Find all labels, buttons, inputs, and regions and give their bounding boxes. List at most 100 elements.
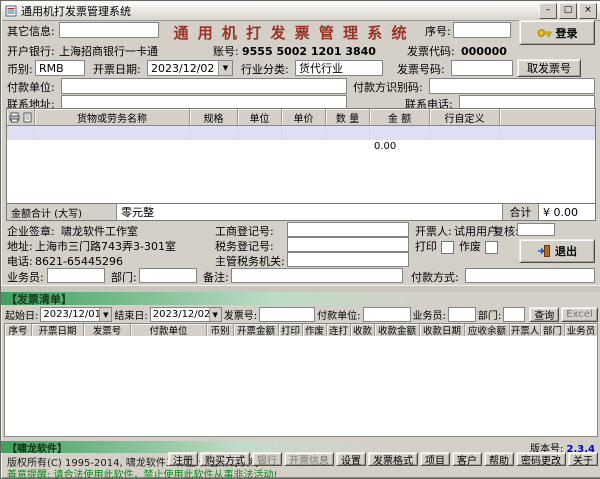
exit-button[interactable]: 退出 (519, 239, 595, 263)
totals-row: 金额合计 (大写) 零元整 合计 ¥ 0.00 (6, 204, 596, 221)
query-button[interactable]: 查询 (529, 307, 559, 322)
item-table[interactable]: 货物或劳务名称 规格 单位 单价 数 量 金 额 行自定义 (6, 108, 596, 204)
item-cell (282, 126, 326, 140)
login-button[interactable]: 登录 (519, 20, 595, 45)
minimize-icon[interactable]: – (539, 3, 557, 19)
biz-reg-input[interactable] (287, 222, 409, 237)
col-balance: 应收余额 (465, 324, 510, 336)
item-cell (326, 126, 370, 140)
app-icon (5, 5, 17, 17)
other-info-input[interactable] (59, 22, 159, 38)
item-row[interactable]: 0.00 (7, 140, 595, 154)
register-button[interactable]: 注册 (168, 452, 198, 466)
chevron-down-icon[interactable]: ▼ (99, 308, 111, 321)
invoice-no-input[interactable] (451, 60, 513, 76)
system-title: 通 用 机 打 发 票 管 理 系 统 (151, 22, 431, 43)
titlebar[interactable]: 通用机打发票管理系统 – □ × (2, 2, 600, 21)
currency-input[interactable] (35, 60, 85, 76)
row-tools-header (7, 109, 35, 125)
col-currency: 币别 (207, 324, 234, 336)
list-invoice-no-input[interactable] (259, 307, 315, 322)
payer-label: 付款单位: (7, 81, 55, 94)
about-button[interactable]: 关于 (568, 452, 598, 466)
col-goods-name: 货物或劳务名称 (35, 109, 190, 125)
invoice-list-body[interactable] (4, 336, 598, 437)
invoice-info-button[interactable]: 开票信息 (284, 452, 334, 466)
list-dept-label: 部门: (478, 307, 501, 322)
review-input[interactable] (517, 223, 555, 236)
exit-icon (537, 244, 551, 258)
settings-button[interactable]: 设置 (336, 452, 366, 466)
account-label: 账号: (213, 45, 239, 58)
other-info-label: 其它信息: (7, 25, 55, 38)
col-receipt-amount: 收款金额 (375, 324, 420, 336)
col-amount: 金 额 (370, 109, 430, 125)
sum-value: ¥ 0.00 (539, 204, 595, 220)
void-checkbox[interactable] (485, 241, 498, 254)
invoice-date-combo[interactable]: ▼ (147, 60, 233, 76)
dept-input[interactable] (139, 268, 197, 283)
payer-id-label: 付款方识别码: (353, 81, 423, 94)
chevron-down-icon[interactable]: ▼ (218, 61, 232, 75)
payer-id-input[interactable] (429, 78, 595, 94)
industry-input[interactable] (295, 60, 383, 76)
col-row-custom: 行自定义 (430, 109, 500, 125)
invoice-list-title: 【发票清单】 (6, 291, 72, 307)
col-unit: 单位 (238, 109, 282, 125)
project-button[interactable]: 项目 (420, 452, 450, 466)
tax-reg-label: 税务登记号: (215, 240, 274, 253)
end-date-combo[interactable]: ▼ (150, 307, 222, 322)
tax-office-input[interactable] (287, 252, 409, 267)
currency-label: 币别: (7, 63, 33, 76)
purchase-button[interactable]: 购买方式 (200, 452, 250, 466)
remark-input[interactable] (231, 268, 403, 283)
list-payer-label: 付款单位: (317, 307, 360, 322)
item-cell (430, 126, 500, 140)
salesman-input[interactable] (47, 268, 105, 283)
chevron-down-icon[interactable]: ▼ (209, 308, 221, 321)
col-invoice-amount: 开票金额 (234, 324, 279, 336)
col-salesman: 业务员 (565, 324, 597, 336)
item-cell (282, 140, 326, 154)
maximize-icon[interactable]: □ (559, 3, 577, 19)
item-cell (190, 126, 238, 140)
invoice-date-input[interactable] (148, 61, 224, 75)
payer-input[interactable] (61, 78, 347, 94)
end-date-input[interactable] (151, 308, 213, 321)
document-icon[interactable] (22, 112, 33, 123)
company-address-value: 上海市三门路743弄3-301室 (35, 240, 176, 253)
review-label: 复核: (493, 225, 519, 238)
pay-method-input[interactable] (465, 268, 595, 283)
item-cell (370, 126, 430, 140)
invoice-format-button[interactable]: 发票格式 (368, 452, 418, 466)
list-payer-input[interactable] (363, 307, 411, 322)
tax-reg-input[interactable] (287, 237, 409, 252)
excel-button[interactable]: Excel (561, 307, 598, 322)
col-receipt: 收款 (351, 324, 375, 336)
invoice-code-label: 发票代码: (407, 45, 455, 58)
col-batch-print: 连打 (327, 324, 351, 336)
col-quantity: 数 量 (326, 109, 370, 125)
list-invoice-no-label: 发票号: (224, 307, 257, 322)
help-button[interactable]: 帮助 (484, 452, 514, 466)
remark-label: 备注: (203, 271, 229, 284)
serial-input[interactable] (453, 22, 511, 38)
start-date-combo[interactable]: ▼ (40, 307, 112, 322)
get-invoice-no-button[interactable]: 取发票号 (517, 59, 581, 77)
item-cell (35, 140, 190, 154)
invoice-list-header-bar: 【发票清单】 (1, 292, 600, 305)
list-salesman-input[interactable] (448, 307, 476, 322)
customer-button[interactable]: 客户 (452, 452, 482, 466)
start-date-input[interactable] (41, 308, 103, 321)
change-password-button[interactable]: 密码更改 (516, 452, 566, 466)
company-phone-value: 8621-65445296 (35, 255, 123, 268)
item-cell (7, 126, 35, 140)
bank-button[interactable]: 银行 (252, 452, 282, 466)
col-receipt-date: 收款日期 (420, 324, 465, 336)
print-checkbox[interactable] (441, 241, 454, 254)
close-icon[interactable]: × (579, 3, 597, 19)
item-row[interactable] (7, 126, 595, 140)
item-cell (500, 126, 595, 140)
printer-icon[interactable] (9, 112, 20, 123)
list-dept-input[interactable] (503, 307, 525, 322)
